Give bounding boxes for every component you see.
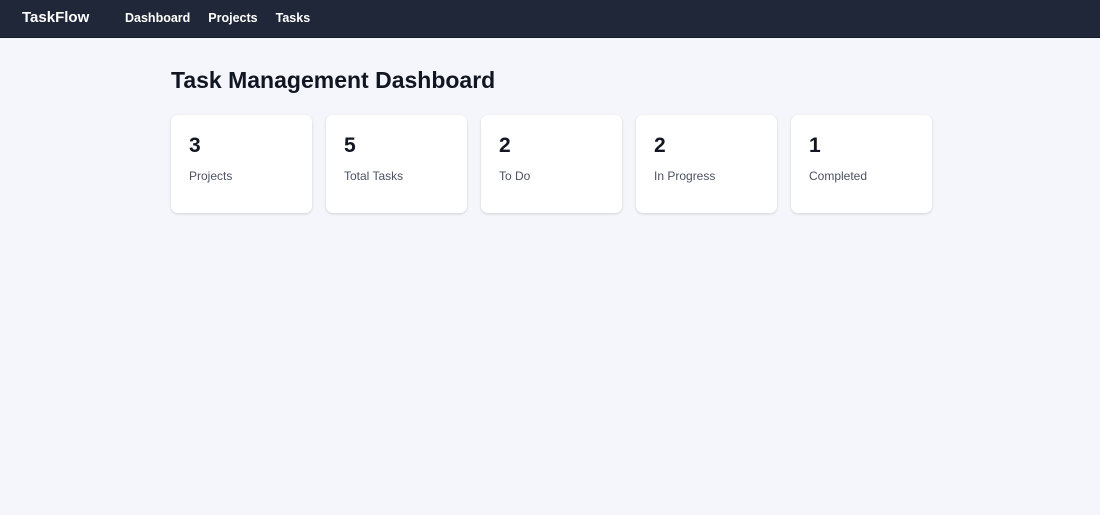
stat-card-in-progress: 2 In Progress <box>636 115 777 213</box>
stat-card-projects: 3 Projects <box>171 115 312 213</box>
stat-value: 2 <box>654 134 666 157</box>
page-title: Task Management Dashboard <box>171 67 496 93</box>
stat-card-total-tasks: 5 Total Tasks <box>326 115 467 213</box>
nav-link-projects[interactable]: Projects <box>208 10 257 26</box>
stat-value: 2 <box>499 134 511 157</box>
nav-link-tasks[interactable]: Tasks <box>276 10 311 26</box>
brand-logo[interactable]: TaskFlow <box>22 9 89 27</box>
stat-label: Total Tasks <box>344 169 404 183</box>
main-content: Task Management Dashboard 3 Projects 5 T… <box>171 66 932 213</box>
stat-card-completed: 1 Completed <box>791 115 932 213</box>
stat-value: 3 <box>189 134 201 157</box>
stat-label: Projects <box>189 169 233 183</box>
stat-card-to-do: 2 To Do <box>481 115 622 213</box>
stat-label: In Progress <box>654 169 716 183</box>
main-nav: Dashboard Projects Tasks <box>125 10 328 26</box>
stats-row: 3 Projects 5 Total Tasks 2 To Do 2 In Pr… <box>171 115 932 213</box>
stat-label: To Do <box>499 169 531 183</box>
stat-value: 5 <box>344 134 356 157</box>
nav-link-dashboard[interactable]: Dashboard <box>125 10 190 26</box>
top-navbar: TaskFlow Dashboard Projects Tasks <box>0 0 1100 38</box>
stat-label: Completed <box>809 169 868 183</box>
stat-value: 1 <box>809 134 821 157</box>
